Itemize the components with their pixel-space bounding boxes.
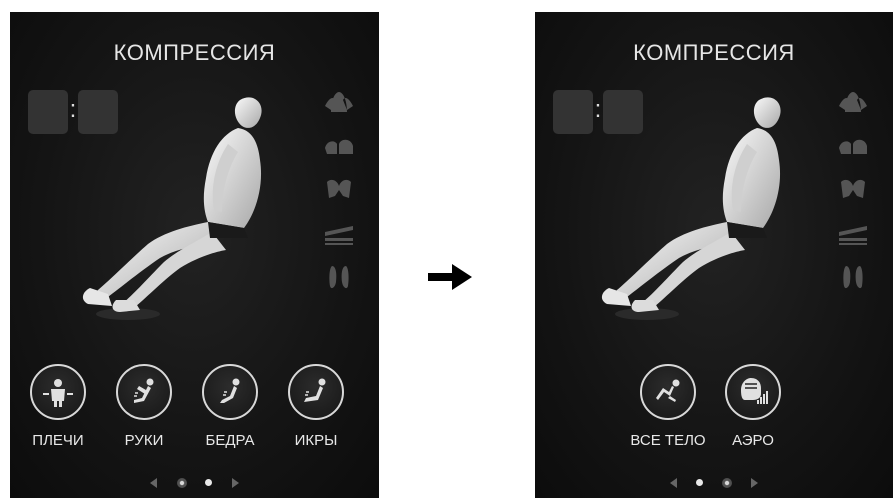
mode-ring [288,364,344,420]
body-figure-image [601,97,781,320]
mode-ring [725,364,781,420]
mode-label: БЕДРА [205,432,255,449]
prev-page-arrow-icon[interactable] [150,477,158,488]
page-title: КОМПРЕССИЯ [633,40,795,65]
mode-button-calves[interactable]: ИКРЫ [278,364,354,449]
shoulders-icon [43,379,73,407]
body-zones-indicator [321,86,361,306]
feet-zone-icon [329,266,349,289]
next-page-arrow-icon[interactable] [231,477,239,488]
mode-label: РУКИ [124,432,164,449]
mode-label: АЭРО [732,432,774,449]
page-title: КОМПРЕССИЯ [113,40,276,65]
shoulders-zone-icon [839,92,867,112]
screen-compression-page-2: КОМПРЕССИЯ : ВСЕ ТЕЛО АЭРО [535,12,893,498]
calves-zone-icon [325,226,353,245]
air-intensity-icon [741,378,768,404]
mode-ring [116,364,172,420]
mode-label: ВСЕ ТЕЛО [630,432,706,449]
page-dot-2-active[interactable] [721,477,732,488]
prev-page-arrow-icon[interactable] [669,477,677,488]
hips-zone-icon [841,179,865,198]
mode-button-shoulders[interactable]: ПЛЕЧИ [20,364,96,449]
hips-icon [220,378,240,403]
mode-button-arms[interactable]: РУКИ [106,364,182,449]
next-page-arrow-icon[interactable] [751,477,759,488]
calves-icon [304,378,326,402]
shoulders-zone-icon [325,92,353,112]
page-dot-1-active[interactable] [176,477,187,488]
page-indicator [535,474,893,490]
mode-button-full-body[interactable]: ВСЕ ТЕЛО [630,364,706,449]
page-dot-2[interactable] [205,479,213,487]
mode-ring [202,364,258,420]
arms-icon [134,378,154,403]
mode-label: ИКРЫ [294,432,338,449]
feet-zone-icon [843,266,863,289]
body-figure-image [82,97,262,320]
mode-button-hips[interactable]: БЕДРА [192,364,268,449]
mode-label: ПЛЕЧИ [32,432,84,449]
right-arrow-icon [428,264,472,290]
mode-ring [30,364,86,420]
mode-ring [640,364,696,420]
page-indicator [10,474,379,490]
hips-zone-icon [327,179,351,198]
calves-zone-icon [839,226,867,245]
mode-selector: ВСЕ ТЕЛО АЭРО [535,364,893,454]
body-zones-indicator [835,86,875,306]
page-dot-1[interactable] [696,479,704,487]
mode-selector: ПЛЕЧИ РУКИ БЕДРА ИКРЫ [10,364,379,454]
timer-minutes-box [28,90,68,134]
screen-compression-page-1: КОМПРЕССИЯ : ПЛЕЧИ РУКИ БЕДРА ИКРЫ [10,12,379,498]
mode-button-air[interactable]: АЭРО [715,364,791,449]
arms-zone-icon [839,139,867,154]
arms-zone-icon [325,139,353,154]
full-body-icon [656,379,680,402]
